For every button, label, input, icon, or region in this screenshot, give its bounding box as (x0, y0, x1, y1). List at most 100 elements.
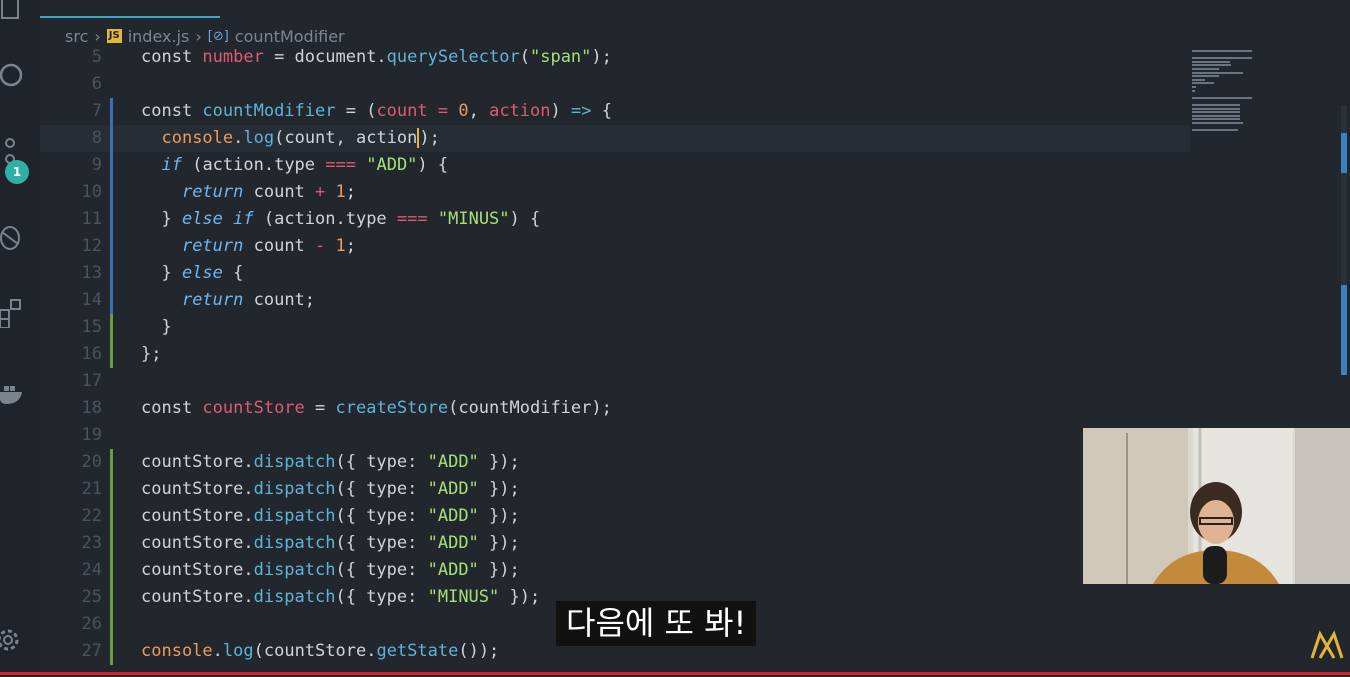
code-token: 1 (335, 182, 346, 202)
editor-scrollbar[interactable] (1338, 105, 1350, 375)
code-line[interactable]: 16}; (40, 341, 1190, 368)
settings-gear-icon[interactable] (0, 625, 30, 655)
code-token: 0 (458, 101, 469, 121)
code-token: countStore. (141, 506, 254, 526)
code-token: => (570, 101, 592, 121)
code-token: countStore. (141, 533, 254, 553)
code-token: }; (141, 344, 162, 364)
code-text: }; (141, 341, 161, 368)
line-number: 21 (81, 479, 102, 499)
code-line[interactable]: 14 return count; (40, 287, 1190, 314)
code-token: "ADD" (427, 452, 479, 472)
code-line[interactable]: 15 } (40, 314, 1190, 341)
breadcrumb-symbol[interactable]: countModifier (235, 27, 345, 46)
code-text: if (action.type === "ADD") { (141, 152, 448, 179)
code-token: const (141, 398, 203, 418)
code-token: }); (478, 452, 520, 472)
code-token: = (427, 101, 459, 121)
extensions-icon[interactable] (0, 298, 30, 329)
chevron-right-icon: › (94, 26, 101, 46)
video-subtitle: 다음에 또 봐! (556, 601, 757, 646)
line-number: 14 (81, 290, 102, 310)
video-progress-bar[interactable] (0, 672, 1350, 675)
code-line[interactable]: 6 (40, 71, 1190, 98)
code-line[interactable]: 12 return count - 1; (40, 233, 1190, 260)
code-token: dispatch (253, 452, 336, 472)
code-token: { (222, 263, 244, 283)
line-number: 27 (81, 641, 102, 661)
code-line[interactable]: 22 countStore.dispatch({ type: "ADD" }); (40, 503, 1190, 530)
code-token: ); (591, 47, 612, 67)
line-number: 20 (81, 452, 102, 472)
code-line[interactable]: 23 countStore.dispatch({ type: "ADD" }); (40, 530, 1190, 557)
code-token: ({ type: (335, 479, 428, 499)
code-line[interactable]: 19 (40, 422, 1190, 449)
code-line[interactable]: 20 countStore.dispatch({ type: "ADD" }); (40, 449, 1190, 476)
breadcrumb-file[interactable]: index.js (128, 27, 190, 46)
minimap-line (1192, 122, 1243, 124)
code-line[interactable]: 11 } else if (action.type === "MINUS") { (40, 206, 1190, 233)
code-text: } (141, 314, 172, 341)
minimap-line (1192, 64, 1231, 67)
code-token: }); (478, 506, 520, 526)
code-token: getState (376, 641, 459, 661)
code-line[interactable]: 21 countStore.dispatch({ type: "ADD" }); (40, 476, 1190, 503)
minimap-line (1192, 68, 1220, 70)
code-token: }); (478, 533, 520, 553)
code-token: ( (519, 47, 530, 67)
code-token: . (212, 641, 223, 661)
code-line[interactable]: 18 const countStore = createStore(countMo… (40, 395, 1190, 422)
code-token: countStore. (141, 452, 254, 472)
docker-icon[interactable] (0, 378, 30, 408)
line-number: 25 (81, 587, 102, 607)
git-change-marker[interactable] (110, 449, 113, 665)
line-number: 6 (91, 74, 102, 94)
minimap-line (1192, 89, 1195, 92)
code-line[interactable]: 7 const countModifier = (count = 0, actio… (40, 98, 1190, 125)
code-token: ) { (417, 155, 449, 175)
code-text: const countModifier = (count = 0, action… (141, 98, 612, 125)
code-token: }); (478, 479, 520, 499)
line-number: 16 (81, 344, 102, 364)
code-token: === (396, 209, 428, 229)
explorer-icon[interactable] (0, 0, 30, 22)
code-token: count; (243, 290, 316, 310)
git-change-marker[interactable] (110, 98, 113, 314)
activity-bar: 1 (0, 0, 40, 677)
code-token: (count, action (274, 128, 418, 148)
code-token: dispatch (253, 533, 336, 553)
active-tab-indicator (40, 16, 220, 18)
code-token: } (141, 209, 182, 229)
line-number: 23 (81, 533, 102, 553)
code-line[interactable]: 13 } else { (40, 260, 1190, 287)
code-token: ; (429, 128, 440, 148)
line-number: 24 (81, 560, 102, 580)
debug-icon[interactable] (0, 222, 30, 252)
code-token: number (202, 47, 264, 67)
code-line[interactable]: 9 if (action.type === "ADD") { (40, 152, 1190, 179)
code-token: { (591, 101, 612, 121)
code-text: countStore.dispatch({ type: "ADD" }); (141, 449, 520, 476)
code-token: (action.type (253, 209, 397, 229)
line-number: 22 (81, 506, 102, 526)
breadcrumb-folder[interactable]: src (65, 27, 88, 46)
code-token: log (243, 128, 275, 148)
code-line[interactable]: 8 console.log(count, action); (40, 125, 1190, 152)
code-line[interactable]: 5 const number = document.querySelector("… (40, 44, 1190, 71)
git-change-marker[interactable] (110, 314, 113, 368)
minimap-line (1192, 71, 1243, 74)
minimap[interactable] (1188, 50, 1338, 140)
code-text: const number = document.querySelector("s… (141, 44, 612, 71)
code-line[interactable]: 10 return count + 1; (40, 179, 1190, 206)
code-line[interactable]: 24 countStore.dispatch({ type: "ADD" }); (40, 557, 1190, 584)
code-token: } (141, 317, 172, 337)
code-line[interactable]: 17 (40, 368, 1190, 395)
code-token: countModifier (202, 101, 336, 121)
search-icon[interactable] (0, 60, 30, 90)
minimap-line (1192, 104, 1241, 106)
